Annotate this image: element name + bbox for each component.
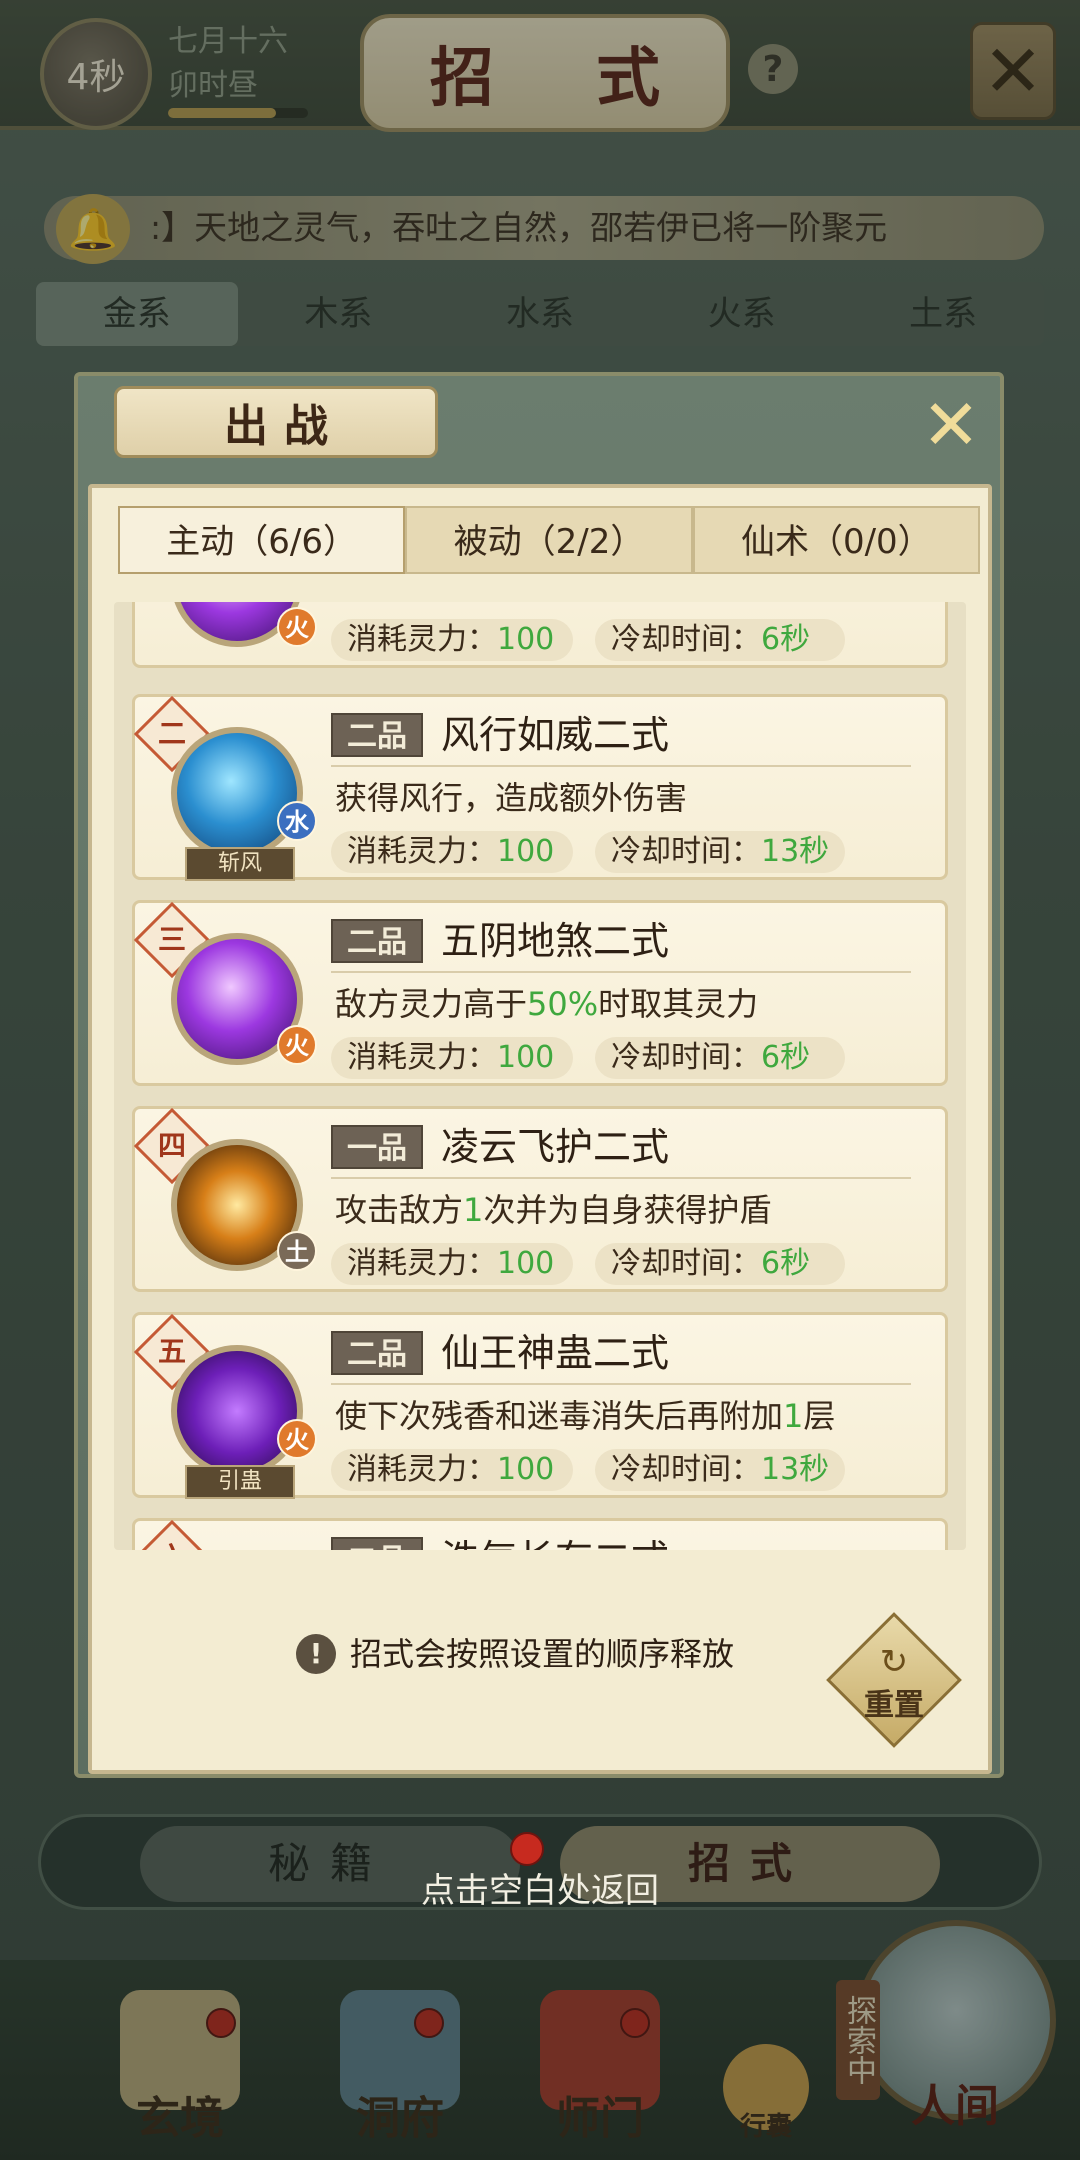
desc-text: 敌方灵力高于	[335, 985, 528, 1023]
skill-grade: 一品	[331, 1125, 423, 1169]
cooldown-label: 冷却时间：	[611, 1246, 761, 1281]
skill-card-4[interactable]: 四 土 一品 凌云飞护二式 攻击敌方1次并为自身获得护盾 消耗灵力：100 冷却…	[132, 1106, 948, 1292]
skill-name: 凌云飞护二式	[441, 1125, 670, 1169]
element-badge: 水	[277, 801, 317, 841]
divider	[331, 765, 911, 767]
cooldown: 冷却时间：6秒	[595, 619, 845, 661]
desc-text: 层	[803, 1397, 836, 1435]
desc-highlight: 1	[463, 1191, 484, 1229]
order-hint: 招式会按照设置的顺序释放	[350, 1635, 735, 1673]
mana-cost-value: 100	[497, 834, 555, 869]
mana-cost-label: 消耗灵力：	[347, 622, 497, 657]
desc-text: 时取其灵力	[598, 985, 759, 1023]
skill-name: 仙王神蛊二式	[441, 1331, 670, 1375]
divider	[331, 1383, 911, 1385]
mana-cost-label: 消耗灵力：	[347, 1452, 497, 1487]
cooldown-label: 冷却时间：	[611, 622, 761, 657]
element-badge: 火	[277, 1025, 317, 1065]
mana-cost: 消耗灵力：100	[331, 1449, 573, 1491]
skill-icon-name: 引蛊	[185, 1465, 295, 1499]
cooldown-label: 冷却时间：	[611, 834, 761, 869]
desc-highlight: 50%	[527, 985, 599, 1023]
cooldown: 冷却时间：6秒	[595, 1243, 845, 1285]
tap-to-return-hint: 点击空白处返回	[421, 1871, 659, 1911]
skill-grade: 二品	[331, 713, 423, 757]
skill-icon-name: 斩风	[185, 847, 295, 881]
cooldown-value: 13秒	[761, 1452, 830, 1487]
mana-cost: 消耗灵力：100	[331, 1243, 573, 1285]
cooldown-label: 冷却时间：	[611, 1040, 761, 1075]
scorpion-skill-icon	[171, 1345, 303, 1477]
element-badge: 火	[277, 1419, 317, 1459]
reset-label: 重置	[864, 1688, 924, 1723]
close-modal-button[interactable]: ✕	[918, 390, 984, 460]
skill-description: 使下次残香和迷毒消失后再附加1层	[335, 1393, 835, 1439]
skill-type-tabs: 主动（6/6） 被动（2/2） 仙术（0/0）	[118, 506, 980, 574]
modal-title: 出战	[224, 401, 344, 452]
skill-card-6[interactable]: 六 二品 浩气长存二式	[132, 1518, 948, 1550]
cooldown-value: 13秒	[761, 834, 830, 869]
scroll-knob	[510, 1832, 544, 1866]
cooldown-value: 6秒	[761, 622, 811, 657]
desc-text: 次并为自身获得护盾	[483, 1191, 772, 1229]
cooldown-value: 6秒	[761, 1040, 811, 1075]
mana-cost: 消耗灵力：100	[331, 1037, 573, 1079]
info-icon: !	[296, 1634, 336, 1674]
skill-grade: 二品	[331, 919, 423, 963]
order-badge: 六	[133, 1519, 211, 1550]
mana-cost-value: 100	[497, 1246, 555, 1281]
mana-cost-label: 消耗灵力：	[347, 834, 497, 869]
divider	[331, 971, 911, 973]
tab-immortal-arts[interactable]: 仙术（0/0）	[692, 506, 980, 574]
cooldown: 冷却时间：6秒	[595, 1037, 845, 1079]
skill-list[interactable]: 一 火 消耗灵力：100 冷却时间：6秒 二 水 斩风 二品 风行如威二式 获得…	[114, 602, 966, 1550]
mana-cost-label: 消耗灵力：	[347, 1246, 497, 1281]
element-badge: 土	[277, 1231, 317, 1271]
desc-text: 获得风行，造成额外伤害	[335, 779, 688, 817]
skill-name: 浩气长存二式	[441, 1535, 669, 1550]
order-number: 六	[148, 1534, 196, 1550]
desc-text: 攻击敌方	[335, 1191, 464, 1229]
cooldown: 冷却时间：13秒	[595, 831, 845, 873]
modal-title-plate: 出战	[114, 386, 438, 458]
skill-name: 五阴地煞二式	[441, 919, 670, 963]
skill-grade: 二品	[331, 1537, 423, 1550]
skill-description: 获得风行，造成额外伤害	[335, 775, 687, 821]
mana-cost: 消耗灵力：100	[331, 619, 573, 661]
tab-active-skills[interactable]: 主动（6/6）	[118, 506, 406, 574]
mana-cost-value: 100	[497, 622, 555, 657]
skill-card-3[interactable]: 三 火 二品 五阴地煞二式 敌方灵力高于50%时取其灵力 消耗灵力：100 冷却…	[132, 900, 948, 1086]
desc-text: 使下次残香和迷毒消失后再附加	[335, 1397, 784, 1435]
mana-cost-value: 100	[497, 1452, 555, 1487]
desc-highlight: 1	[783, 1397, 804, 1435]
skill-card-5[interactable]: 五 火 引蛊 二品 仙王神蛊二式 使下次残香和迷毒消失后再附加1层 消耗灵力：1…	[132, 1312, 948, 1499]
skill-card-1[interactable]: 一 火 消耗灵力：100 冷却时间：6秒	[132, 602, 948, 668]
mana-cost-value: 100	[497, 1040, 555, 1075]
cooldown-value: 6秒	[761, 1246, 811, 1281]
mana-cost-label: 消耗灵力：	[347, 1040, 497, 1075]
cooldown: 冷却时间：13秒	[595, 1449, 845, 1491]
skill-icon	[171, 727, 303, 859]
tab-passive-skills[interactable]: 被动（2/2）	[405, 506, 693, 574]
skill-name: 风行如威二式	[441, 713, 670, 757]
element-badge: 火	[277, 607, 317, 647]
skill-grade: 二品	[331, 1331, 423, 1375]
skill-description: 攻击敌方1次并为自身获得护盾	[335, 1187, 771, 1233]
divider	[331, 1177, 911, 1179]
refresh-icon: ↻	[879, 1642, 909, 1682]
mana-cost: 消耗灵力：100	[331, 831, 573, 873]
cooldown-label: 冷却时间：	[611, 1452, 761, 1487]
skill-card-2[interactable]: 二 水 斩风 二品 风行如威二式 获得风行，造成额外伤害 消耗灵力：100 冷却…	[132, 694, 948, 881]
skill-description: 敌方灵力高于50%时取其灵力	[335, 981, 758, 1027]
